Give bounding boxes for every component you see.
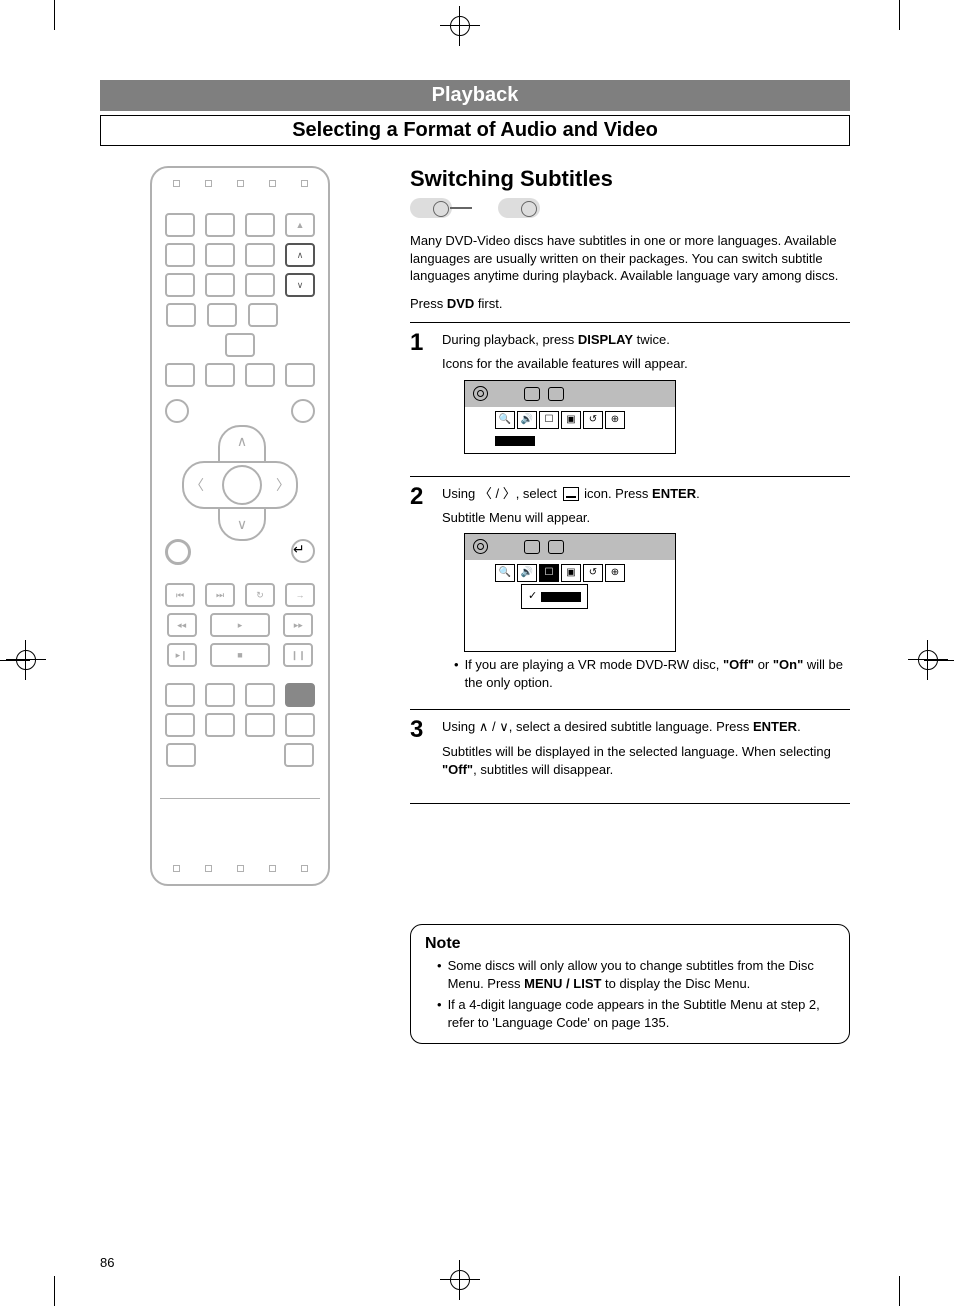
- note-box: Note •Some discs will only allow you to …: [410, 924, 850, 1044]
- chapter-header: Playback: [100, 80, 850, 111]
- intro-text: Many DVD-Video discs have subtitles in o…: [410, 232, 850, 285]
- subtitle-icon: [563, 487, 579, 501]
- pre-step-text: Press DVD first.: [410, 295, 850, 313]
- disc-type-icons: [410, 198, 850, 218]
- step-2: 2 Using 〈 / 〉, select icon. Press ENTER.…: [410, 477, 850, 702]
- topic-heading: Switching Subtitles: [410, 166, 850, 192]
- osd-diagram-1: 🔍🔊☐▣↺⊕: [464, 380, 676, 454]
- step-1: 1 During playback, press DISPLAY twice. …: [410, 323, 850, 467]
- remote-illustration: ▲ ∧ ∨ ∧∨ 〈〉 ↵ ⏮⏭↻→ ◂◂▸▸▸ ▸❙■❙❙: [100, 166, 380, 1044]
- section-header: Selecting a Format of Audio and Video: [100, 115, 850, 146]
- page-number: 86: [100, 1255, 114, 1270]
- osd-diagram-2: 🔍🔊☐▣↺⊕ ✓: [464, 533, 676, 652]
- step-3: 3 Using ∧ / ∨, select a desired subtitle…: [410, 710, 850, 795]
